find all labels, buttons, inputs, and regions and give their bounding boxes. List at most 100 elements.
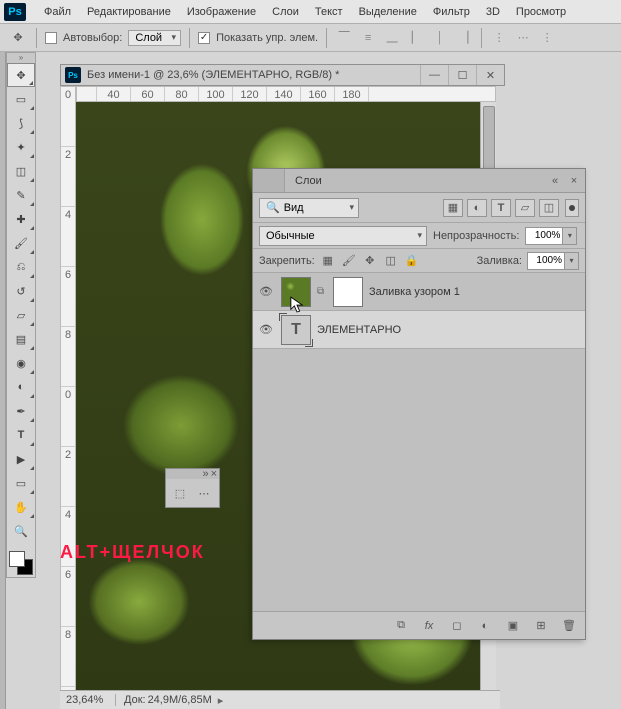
mini-panel[interactable]: »× ⬚ ⋯ <box>165 468 220 508</box>
filter-type-select[interactable]: 🔍 Вид ▾ <box>259 198 359 218</box>
link-layers-icon[interactable]: ⧉ <box>393 618 409 634</box>
lock-pixels-icon[interactable]: 🖌 <box>341 253 357 269</box>
menu-layers[interactable]: Слои <box>264 2 307 22</box>
align-right-icon[interactable]: ▕ <box>455 29 473 47</box>
distribute-icon[interactable]: ⋯ <box>514 29 532 47</box>
shape-tool[interactable]: ▭ <box>7 471 35 495</box>
3d-icon[interactable]: ⬚ <box>170 483 190 503</box>
ruler-horizontal[interactable]: 40 60 80 100 120 140 160 180 <box>76 86 496 102</box>
visibility-toggle[interactable]: 👁 <box>257 285 275 298</box>
align-top-icon[interactable]: ⎺ <box>335 29 353 47</box>
layer-name[interactable]: Заливка узором 1 <box>369 286 460 298</box>
lock-transparent-icon[interactable]: ▦ <box>320 253 336 269</box>
color-swatches[interactable] <box>7 549 35 577</box>
layer-thumbnail[interactable]: T <box>281 315 311 345</box>
layer-mask-thumbnail[interactable] <box>333 277 363 307</box>
clone-stamp-tool[interactable]: ⎌ <box>7 255 35 279</box>
app-logo-icon: Ps <box>4 3 26 21</box>
menu-filter[interactable]: Фильтр <box>425 2 478 22</box>
autoselect-checkbox[interactable] <box>45 32 57 44</box>
lasso-tool[interactable]: ⟆ <box>7 111 35 135</box>
fill-input[interactable]: ▾ <box>527 252 579 270</box>
menu-file[interactable]: Файл <box>36 2 79 22</box>
layer-fx-icon[interactable]: fx <box>421 618 437 634</box>
zoom-tool[interactable]: 🔍 <box>7 519 35 543</box>
link-icon: ⧉ <box>317 286 327 297</box>
chevron-down-icon[interactable]: ▾ <box>565 252 579 270</box>
healing-brush-tool[interactable]: ✚ <box>7 207 35 231</box>
ruler-vertical[interactable]: 0 2 4 6 8 0 2 4 6 8 <box>60 86 76 709</box>
show-controls-checkbox[interactable] <box>198 32 210 44</box>
adjustment-layer-icon[interactable]: ◐ <box>477 618 493 634</box>
foreground-color-swatch[interactable] <box>9 551 25 567</box>
brush-tool[interactable]: 🖌 <box>7 231 35 255</box>
close-icon[interactable]: × <box>211 468 217 480</box>
hand-tool[interactable]: ✋ <box>7 495 35 519</box>
visibility-toggle[interactable]: 👁 <box>257 323 275 336</box>
eyedropper-tool[interactable]: ✎ <box>7 183 35 207</box>
path-select-tool[interactable]: ▶ <box>7 447 35 471</box>
filter-pixel-icon[interactable]: ▦ <box>443 199 463 217</box>
layer-row[interactable]: 👁 ⧉ Заливка узором 1 <box>253 273 585 311</box>
chevron-right-icon[interactable]: ▸ <box>218 694 224 707</box>
zoom-level[interactable]: 23,64% <box>60 694 116 706</box>
history-brush-tool[interactable]: ↺ <box>7 279 35 303</box>
pen-tool[interactable]: ✒ <box>7 399 35 423</box>
mini-panel-header[interactable]: »× <box>166 469 219 479</box>
opacity-field[interactable] <box>525 227 563 245</box>
blur-tool[interactable]: ◉ <box>7 351 35 375</box>
layers-panel-header[interactable]: Слои « × <box>253 169 585 193</box>
doc-size[interactable]: Док: 24,9M/6,85M ▸ <box>116 694 223 707</box>
align-vcenter-icon[interactable]: ≡ <box>359 29 377 47</box>
menu-icon[interactable]: ⋯ <box>194 483 214 503</box>
panel-close-icon[interactable]: × <box>566 173 582 189</box>
menu-view[interactable]: Просмотр <box>508 2 574 22</box>
blend-mode-select[interactable]: Обычные▾ <box>259 226 427 246</box>
distribute-icon[interactable]: ⋮ <box>490 29 508 47</box>
marquee-tool[interactable]: ▭ <box>7 87 35 111</box>
filter-toggle[interactable] <box>565 199 579 217</box>
lock-position-icon[interactable]: ✥ <box>362 253 378 269</box>
menu-3d[interactable]: 3D <box>478 2 508 22</box>
menu-select[interactable]: Выделение <box>351 2 425 22</box>
toolbox-collapse[interactable]: » <box>7 53 35 63</box>
layer-row[interactable]: 👁 T ЭЛЕМЕНТАРНО <box>253 311 585 349</box>
fill-field[interactable] <box>527 252 565 270</box>
align-hcenter-icon[interactable]: │ <box>431 29 449 47</box>
lock-artboard-icon[interactable]: ◫ <box>383 253 399 269</box>
chevron-down-icon[interactable]: ▾ <box>563 227 577 245</box>
show-controls-label: Показать упр. элем. <box>216 32 318 44</box>
filter-smart-icon[interactable]: ◫ <box>539 199 559 217</box>
panel-collapse-icon[interactable]: « <box>547 173 563 189</box>
menu-edit[interactable]: Редактирование <box>79 2 179 22</box>
align-left-icon[interactable]: ▏ <box>407 29 425 47</box>
dodge-tool[interactable]: ◐ <box>7 375 35 399</box>
new-layer-icon[interactable]: ⊞ <box>533 618 549 634</box>
add-mask-icon[interactable]: ◻ <box>449 618 465 634</box>
crop-tool[interactable]: ◫ <box>7 159 35 183</box>
new-group-icon[interactable]: ▣ <box>505 618 521 634</box>
menu-image[interactable]: Изображение <box>179 2 264 22</box>
align-bottom-icon[interactable]: ⎽ <box>383 29 401 47</box>
lock-all-icon[interactable]: 🔒 <box>404 253 420 269</box>
filter-adjustment-icon[interactable]: ◐ <box>467 199 487 217</box>
type-tool[interactable]: T <box>7 423 35 447</box>
document-titlebar[interactable]: Ps Без имени-1 @ 23,6% (ЭЛЕМЕНТАРНО, RGB… <box>60 64 505 86</box>
menu-text[interactable]: Текст <box>307 2 351 22</box>
collapse-icon[interactable]: » <box>202 468 208 480</box>
gradient-tool[interactable]: ▤ <box>7 327 35 351</box>
eraser-tool[interactable]: ▱ <box>7 303 35 327</box>
distribute-icon[interactable]: ⋮ <box>538 29 556 47</box>
filter-type-icon[interactable]: T <box>491 199 511 217</box>
magic-wand-tool[interactable]: ✦ <box>7 135 35 159</box>
delete-layer-icon[interactable]: 🗑 <box>561 618 577 634</box>
minimize-button[interactable]: — <box>420 65 448 85</box>
opacity-input[interactable]: ▾ <box>525 227 577 245</box>
layer-thumbnail[interactable] <box>281 277 311 307</box>
autoselect-target-select[interactable]: Слой <box>128 30 181 46</box>
close-button[interactable]: ✕ <box>476 65 504 85</box>
move-tool[interactable]: ✥ <box>7 63 35 87</box>
maximize-button[interactable]: ☐ <box>448 65 476 85</box>
filter-shape-icon[interactable]: ▱ <box>515 199 535 217</box>
layer-name[interactable]: ЭЛЕМЕНТАРНО <box>317 324 401 336</box>
